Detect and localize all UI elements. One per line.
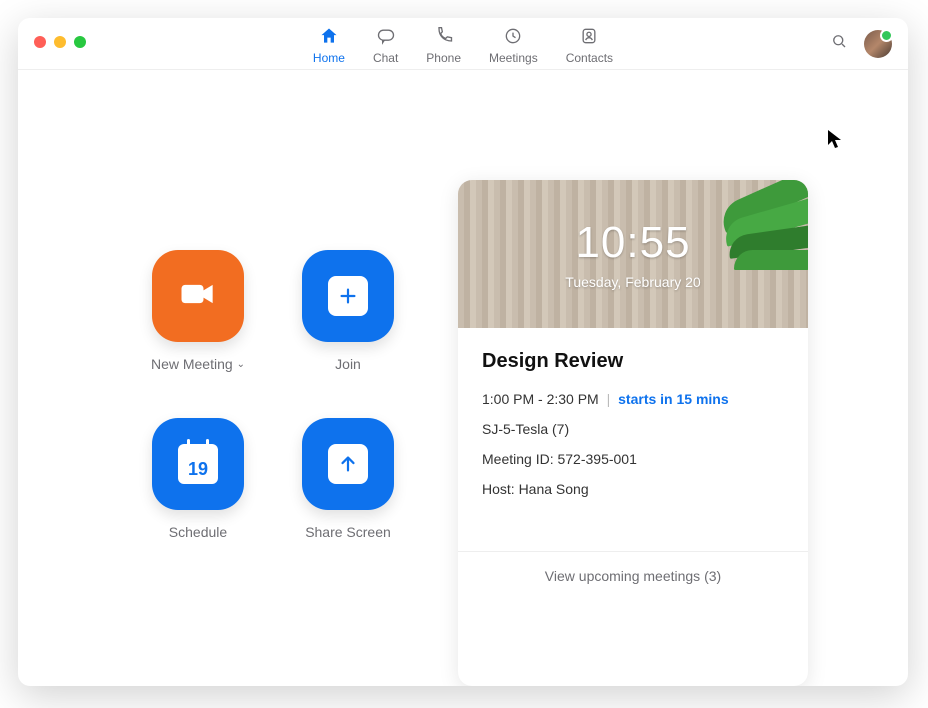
nav-tab-label: Chat <box>373 51 398 65</box>
tile-label: Share Screen <box>305 524 391 540</box>
tile-label: New Meeting <box>151 356 233 372</box>
tile-label: Join <box>335 356 361 372</box>
clock-icon <box>503 26 523 49</box>
clock-hero: 10:55 Tuesday, February 20 <box>458 180 808 328</box>
nav-tabs: Home Chat Phone Meetings <box>313 22 613 65</box>
event-host: Host: Hana Song <box>482 481 784 497</box>
upload-arrow-icon <box>328 444 368 484</box>
contacts-icon <box>579 26 599 49</box>
app-window: Home Chat Phone Meetings <box>18 18 908 686</box>
nav-tab-chat[interactable]: Chat <box>373 22 398 65</box>
upcoming-panel: 10:55 Tuesday, February 20 Design Review… <box>458 70 908 686</box>
home-icon <box>319 26 339 49</box>
titlebar-right <box>830 18 892 69</box>
schedule-button[interactable]: 19 Schedule <box>128 418 268 540</box>
upcoming-card: 10:55 Tuesday, February 20 Design Review… <box>458 180 808 686</box>
nav-tab-contacts[interactable]: Contacts <box>566 22 613 65</box>
nav-tab-label: Contacts <box>566 51 613 65</box>
chevron-down-icon[interactable]: ⌄ <box>237 359 245 370</box>
event-room: SJ-5-Tesla (7) <box>482 421 784 437</box>
action-tiles-panel: New Meeting ⌄ Join 19 <box>18 70 458 686</box>
nav-tab-meetings[interactable]: Meetings <box>489 22 538 65</box>
join-tile <box>302 250 394 342</box>
nav-tab-home[interactable]: Home <box>313 22 345 65</box>
titlebar: Home Chat Phone Meetings <box>18 18 908 70</box>
separator: | <box>607 391 611 407</box>
video-icon <box>176 272 220 321</box>
event-starts-in: starts in 15 mins <box>618 391 729 407</box>
window-controls <box>34 36 86 48</box>
chat-icon <box>376 26 396 49</box>
event-meeting-id: Meeting ID: 572-395-001 <box>482 451 784 467</box>
search-icon[interactable] <box>830 32 848 55</box>
tile-label: Schedule <box>169 524 227 540</box>
current-time: 10:55 <box>575 218 690 268</box>
nav-tab-label: Home <box>313 51 345 65</box>
schedule-tile: 19 <box>152 418 244 510</box>
calendar-day: 19 <box>188 459 208 480</box>
calendar-icon: 19 <box>178 444 218 484</box>
content-area: New Meeting ⌄ Join 19 <box>18 70 908 686</box>
join-button[interactable]: Join <box>278 250 418 372</box>
minimize-window-button[interactable] <box>54 36 66 48</box>
current-date: Tuesday, February 20 <box>565 274 700 290</box>
share-screen-button[interactable]: Share Screen <box>278 418 418 540</box>
event-title: Design Review <box>482 350 784 373</box>
leaf-decoration <box>734 250 808 270</box>
share-screen-tile <box>302 418 394 510</box>
close-window-button[interactable] <box>34 36 46 48</box>
event-time-range: 1:00 PM - 2:30 PM <box>482 391 599 407</box>
new-meeting-tile <box>152 250 244 342</box>
view-upcoming-button[interactable]: View upcoming meetings (3) <box>458 551 808 600</box>
profile-avatar[interactable] <box>864 30 892 58</box>
plus-icon <box>328 276 368 316</box>
nav-tab-label: Meetings <box>489 51 538 65</box>
event-details: Design Review 1:00 PM - 2:30 PM | starts… <box>458 328 808 551</box>
nav-tab-label: Phone <box>426 51 461 65</box>
upcoming-label: View upcoming meetings (3) <box>545 568 721 584</box>
nav-tab-phone[interactable]: Phone <box>426 22 461 65</box>
new-meeting-button[interactable]: New Meeting ⌄ <box>128 250 268 372</box>
phone-icon <box>434 26 454 49</box>
maximize-window-button[interactable] <box>74 36 86 48</box>
